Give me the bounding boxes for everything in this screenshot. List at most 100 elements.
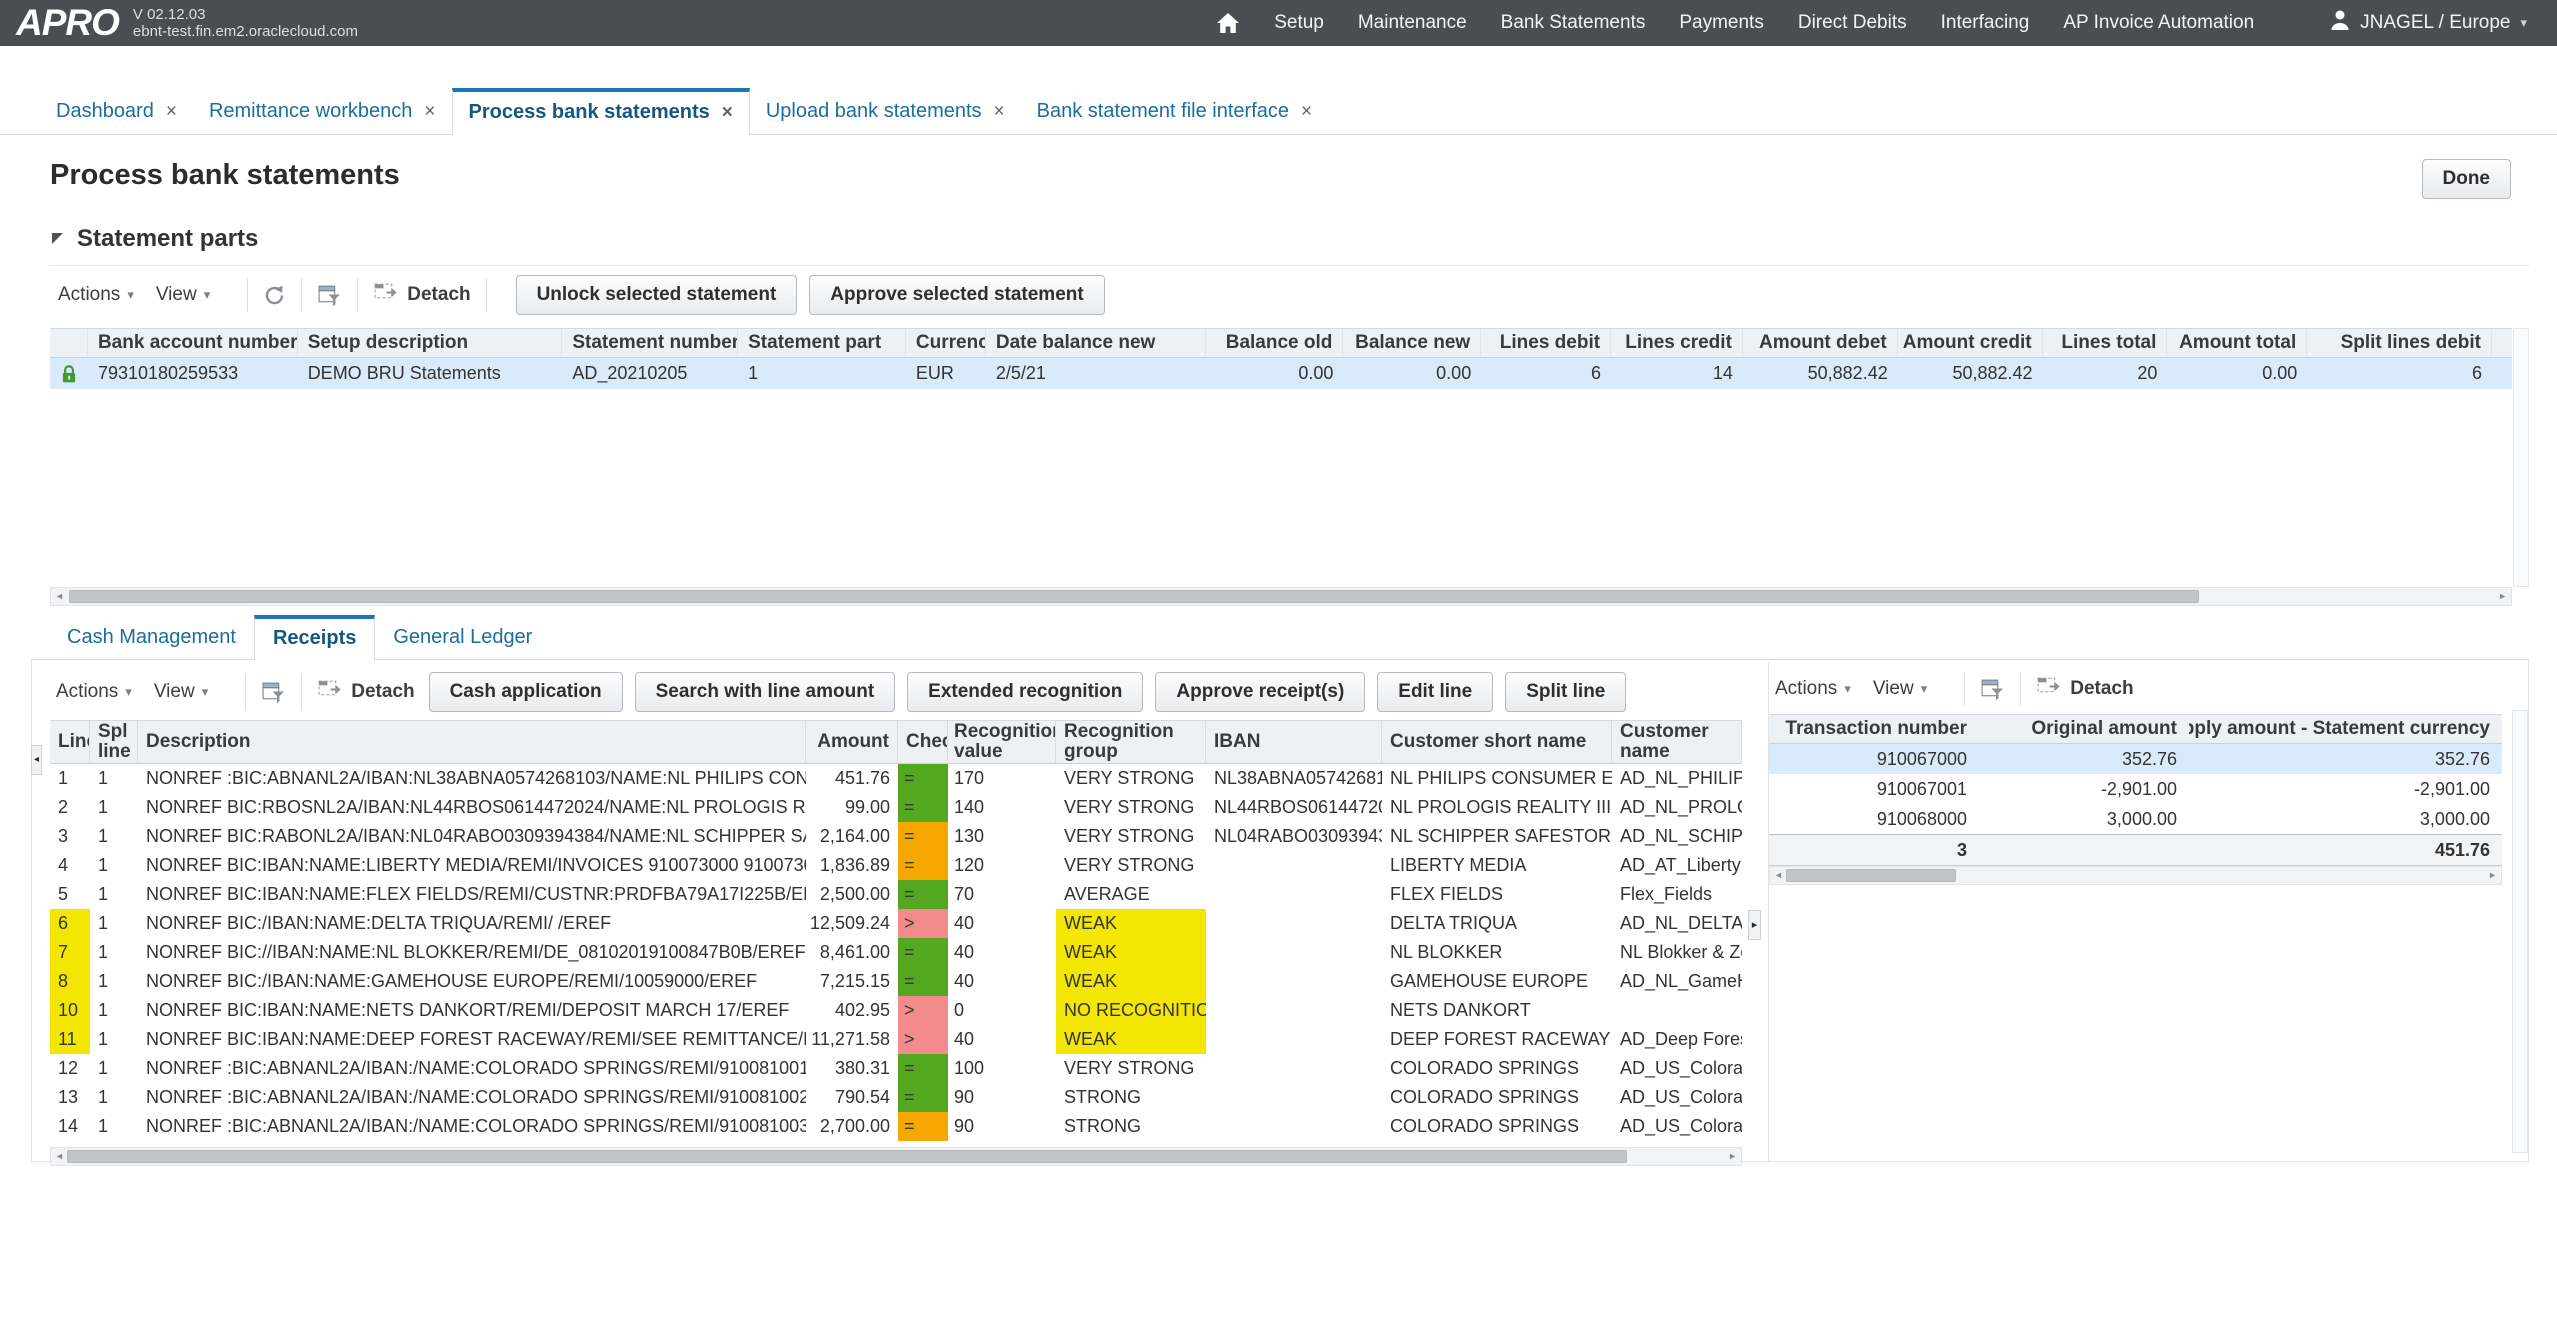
toolbar-button[interactable]: Split line: [1505, 672, 1626, 712]
query-by-example-icon[interactable]: [1980, 678, 2005, 701]
view-menu[interactable]: View▾: [154, 681, 208, 703]
receipt-row[interactable]: 14 1 NONREF :BIC:ABNANL2A/IBAN:/NAME:COL…: [50, 1112, 1742, 1141]
statement-row[interactable]: 79310180259533 DEMO BRU Statements AD_20…: [50, 358, 2512, 389]
scroll-left-icon[interactable]: ◄: [1774, 867, 1783, 884]
column-header[interactable]: Date balance new: [986, 329, 1206, 357]
scroll-left-icon[interactable]: ◄: [55, 588, 64, 605]
receipt-row[interactable]: 6 1 NONREF BIC:/IBAN:NAME:DELTA TRIQUA/R…: [50, 909, 1742, 938]
column-header[interactable]: Line: [50, 721, 90, 763]
column-header[interactable]: Check: [898, 721, 948, 763]
toolbar-button[interactable]: Approve receipt(s): [1155, 672, 1365, 712]
receipt-row[interactable]: 7 1 NONREF BIC://IBAN:NAME:NL BLOKKER/RE…: [50, 938, 1742, 967]
tab-close-icon[interactable]: ×: [166, 101, 177, 123]
actions-menu[interactable]: Actions▾: [58, 284, 134, 306]
top-menu-item[interactable]: Setup: [1274, 12, 1324, 34]
receipt-row[interactable]: 8 1 NONREF BIC:/IBAN:NAME:GAMEHOUSE EURO…: [50, 967, 1742, 996]
receipt-row[interactable]: 3 1 NONREF BIC:RABONL2A/IBAN:NL04RABO030…: [50, 822, 1742, 851]
column-header[interactable]: Amount credit: [1898, 329, 2043, 357]
panel-splitter[interactable]: ▸: [1744, 662, 1768, 1161]
receipt-row[interactable]: 12 1 NONREF :BIC:ABNANL2A/IBAN:/NAME:COL…: [50, 1054, 1742, 1083]
receipt-row[interactable]: 2 1 NONREF BIC:RBOSNL2A/IBAN:NL44RBOS061…: [50, 793, 1742, 822]
toolbar-button[interactable]: Cash application: [429, 672, 623, 712]
column-header[interactable]: Recognition group: [1056, 721, 1206, 763]
detach-button[interactable]: Detach: [373, 282, 470, 309]
transactions-vscrollbar[interactable]: [2512, 710, 2528, 1153]
document-tab[interactable]: Dashboard ×: [40, 91, 193, 134]
column-header[interactable]: Lines total: [2043, 329, 2168, 357]
column-header[interactable]: Customer short name: [1382, 721, 1612, 763]
receipt-row[interactable]: 1 1 NONREF :BIC:ABNANL2A/IBAN:NL38ABNA05…: [50, 764, 1742, 793]
receipt-row[interactable]: 4 1 NONREF BIC:IBAN:NAME:LIBERTY MEDIA/R…: [50, 851, 1742, 880]
toolbar-button[interactable]: Unlock selected statement: [516, 275, 798, 315]
scroll-left-icon[interactable]: ◄: [55, 1148, 64, 1165]
column-header[interactable]: Bank account number: [88, 329, 298, 357]
column-header[interactable]: Amount: [806, 721, 898, 763]
column-header[interactable]: Original amount: [1979, 715, 2189, 743]
document-tab[interactable]: Bank statement file interface ×: [1021, 91, 1328, 134]
top-menu-item[interactable]: AP Invoice Automation: [2063, 12, 2254, 34]
toolbar-button[interactable]: Approve selected statement: [809, 275, 1104, 315]
column-header[interactable]: Lines credit: [1611, 329, 1743, 357]
receipts-hscrollbar[interactable]: ◄ ►: [50, 1147, 1742, 1166]
scroll-right-icon[interactable]: ►: [2488, 867, 2497, 884]
actions-menu[interactable]: Actions▾: [56, 681, 132, 703]
toolbar-button[interactable]: Edit line: [1377, 672, 1493, 712]
top-menu-item[interactable]: Maintenance: [1358, 12, 1467, 34]
receipt-row[interactable]: 10 1 NONREF BIC:IBAN:NAME:NETS DANKORT/R…: [50, 996, 1742, 1025]
transaction-row[interactable]: 910067000 352.76 352.76: [1769, 744, 2502, 774]
column-header[interactable]: Statement number: [562, 329, 738, 357]
view-menu[interactable]: View▾: [1873, 678, 1927, 700]
actions-menu[interactable]: Actions▾: [1775, 678, 1851, 700]
splitter-right-icon[interactable]: ▸: [1748, 910, 1761, 940]
tab-close-icon[interactable]: ×: [994, 101, 1005, 123]
column-header[interactable]: Setup description: [298, 329, 563, 357]
scrollbar-thumb[interactable]: [67, 1150, 1627, 1163]
detach-button[interactable]: Detach: [2036, 676, 2133, 703]
section-statement-parts[interactable]: Statement parts: [50, 225, 2557, 253]
scrollbar-thumb[interactable]: [69, 590, 2199, 603]
view-menu[interactable]: View▾: [156, 284, 210, 306]
top-menu-item[interactable]: Direct Debits: [1798, 12, 1907, 34]
toolbar-button[interactable]: Search with line amount: [635, 672, 896, 712]
scroll-right-icon[interactable]: ►: [2498, 588, 2507, 605]
receipt-row[interactable]: 11 1 NONREF BIC:IBAN:NAME:DEEP FOREST RA…: [50, 1025, 1742, 1054]
home-icon[interactable]: [1216, 12, 1240, 34]
detail-subtab[interactable]: Cash Management: [49, 618, 254, 659]
scroll-right-icon[interactable]: ►: [1728, 1148, 1737, 1165]
receipt-row[interactable]: 5 1 NONREF BIC:IBAN:NAME:FLEX FIELDS/REM…: [50, 880, 1742, 909]
column-header[interactable]: Amount debet: [1743, 329, 1898, 357]
column-header[interactable]: Spl line: [90, 721, 138, 763]
column-header[interactable]: Currency: [906, 329, 986, 357]
statement-vscrollbar[interactable]: [2513, 328, 2529, 587]
column-header[interactable]: Customer name: [1612, 721, 1742, 763]
column-header[interactable]: Recognition value: [948, 721, 1056, 763]
scrollbar-thumb[interactable]: [1786, 869, 1956, 882]
toolbar-button[interactable]: Extended recognition: [907, 672, 1143, 712]
document-tab[interactable]: Upload bank statements ×: [750, 91, 1021, 134]
column-header[interactable]: Balance new: [1343, 329, 1481, 357]
detach-button[interactable]: Detach: [317, 679, 414, 706]
panel-collapse-left-icon[interactable]: ◂: [31, 745, 42, 775]
receipt-row[interactable]: 13 1 NONREF :BIC:ABNANL2A/IBAN:/NAME:COL…: [50, 1083, 1742, 1112]
column-header[interactable]: Statement part: [738, 329, 906, 357]
document-tab[interactable]: Remittance workbench ×: [193, 91, 452, 134]
column-header[interactable]: Apply amount - Statement currency: [2189, 715, 2502, 743]
statement-hscrollbar[interactable]: ◄ ►: [50, 587, 2512, 606]
document-tab[interactable]: Process bank statements ×: [452, 88, 750, 135]
query-by-example-icon[interactable]: [261, 681, 286, 704]
transactions-hscrollbar[interactable]: ◄ ►: [1769, 866, 2502, 885]
query-by-example-icon[interactable]: [317, 284, 342, 307]
column-header[interactable]: Balance old: [1206, 329, 1344, 357]
column-header[interactable]: Amount total: [2167, 329, 2307, 357]
tab-close-icon[interactable]: ×: [1301, 101, 1312, 123]
column-header[interactable]: Transaction number: [1769, 715, 1979, 743]
detail-subtab[interactable]: Receipts: [254, 615, 375, 660]
done-button[interactable]: Done: [2422, 159, 2512, 199]
column-header[interactable]: IBAN: [1206, 721, 1382, 763]
top-menu-item[interactable]: Interfacing: [1941, 12, 2030, 34]
column-header[interactable]: Split lines debit: [2307, 329, 2492, 357]
top-menu-item[interactable]: Bank Statements: [1501, 12, 1646, 34]
top-menu-item[interactable]: Payments: [1679, 12, 1763, 34]
column-header[interactable]: Description: [138, 721, 806, 763]
column-header[interactable]: Lines debit: [1481, 329, 1611, 357]
